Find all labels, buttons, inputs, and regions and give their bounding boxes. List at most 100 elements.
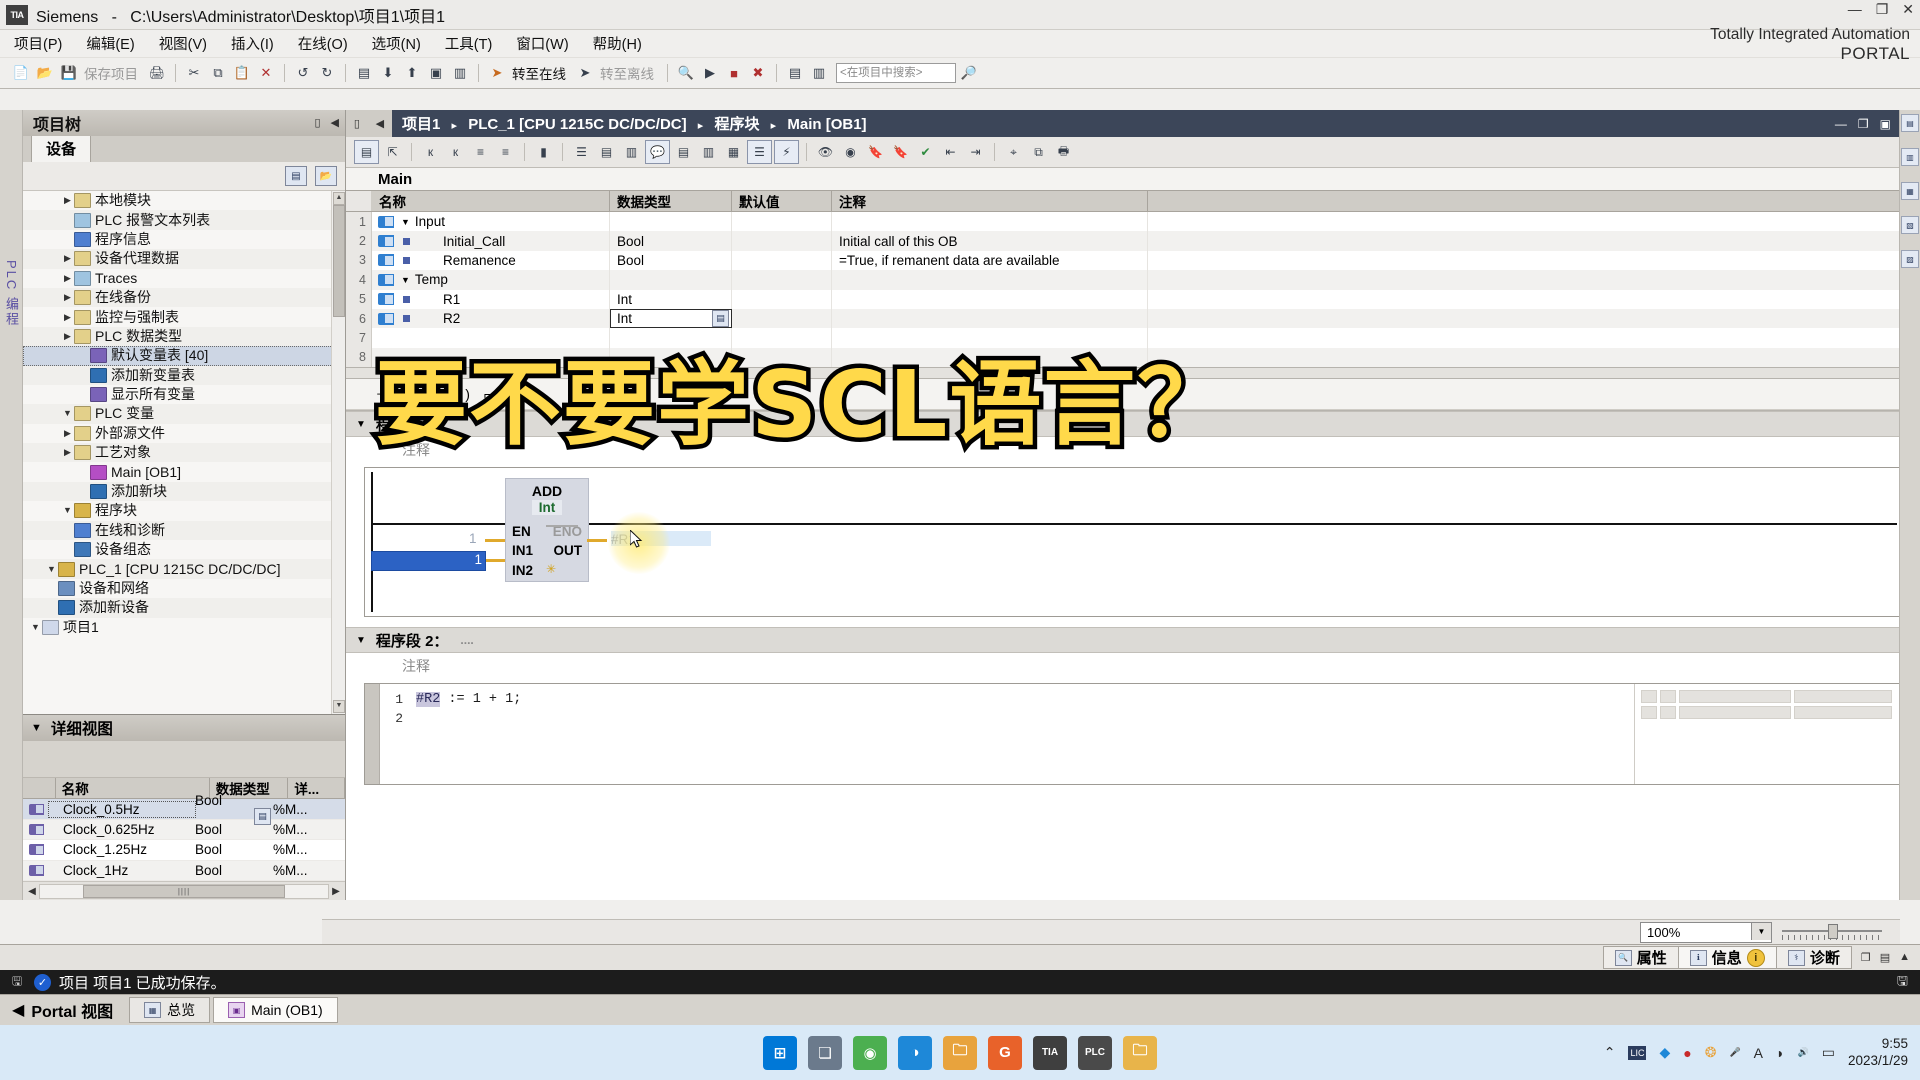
add-block-datatype[interactable]: Int bbox=[532, 500, 562, 516]
show-comments-icon[interactable]: ☰ bbox=[570, 141, 593, 163]
copy-icon[interactable]: ⧉ bbox=[207, 62, 229, 84]
tree-item-14[interactable]: 默认变量表 [40] bbox=[23, 346, 345, 366]
collapse-networks-icon[interactable]: ▤ bbox=[672, 141, 695, 163]
chevron-right-icon[interactable]: ▶ bbox=[61, 424, 74, 443]
stop-cpu-icon[interactable]: ■ bbox=[723, 62, 745, 84]
start-simulation-icon[interactable]: ▣ bbox=[425, 62, 447, 84]
pin-icon[interactable]: ▯ bbox=[314, 116, 320, 129]
print-preview-icon[interactable]: 🖶 bbox=[1052, 141, 1075, 163]
in1-value[interactable]: 1 bbox=[469, 531, 477, 546]
scroll-right-arrow[interactable]: ▶ bbox=[329, 886, 343, 897]
networks-pane[interactable]: ▼ 程序段 1： 注释 ADD Int EN ENO IN1 OUT IN2 ✳… bbox=[346, 410, 1920, 900]
collapse-panel-icon[interactable]: ◀ bbox=[331, 116, 339, 129]
menu-item-insert[interactable]: 插入(I) bbox=[231, 33, 274, 54]
microphone-icon[interactable]: 🎤 bbox=[1729, 1047, 1740, 1058]
redo-icon[interactable]: ↻ bbox=[316, 62, 338, 84]
volume-icon[interactable]: 🔊 bbox=[1797, 1047, 1808, 1058]
insert-network-icon[interactable]: к bbox=[419, 141, 442, 163]
menu-item-edit[interactable]: 编辑(E) bbox=[86, 33, 134, 54]
scroll-down-arrow[interactable]: ▼ bbox=[333, 700, 345, 714]
tree-item-19[interactable]: ▶ 设备代理数据 bbox=[23, 249, 345, 269]
interface-cell-comment[interactable] bbox=[832, 289, 1148, 309]
tree-item-22[interactable]: ▶ 本地模块 bbox=[23, 191, 345, 210]
tree-item-15[interactable]: ▶ PLC 数据类型 bbox=[23, 326, 345, 347]
interface-row[interactable]: 3 Remanence Bool =True, if remanent data ar… bbox=[346, 250, 1920, 271]
insert-row-icon[interactable]: ▤ bbox=[354, 140, 379, 164]
chevron-right-icon[interactable]: ▶ bbox=[61, 443, 74, 462]
tree-item-6[interactable]: ▼ 程序块 bbox=[23, 501, 345, 520]
chevron-down-icon[interactable]: ▼ bbox=[61, 501, 74, 520]
menu-item-online[interactable]: 在线(O) bbox=[298, 33, 348, 54]
interface-cell-type[interactable]: Int bbox=[610, 289, 732, 309]
details-row[interactable]: Clock_0.625Hz Bool %M... bbox=[23, 819, 345, 841]
download-icon[interactable]: ⬇ bbox=[377, 62, 399, 84]
status-save-icon[interactable]: 🖫 bbox=[1897, 972, 1908, 994]
interface-cell-default[interactable] bbox=[732, 212, 832, 232]
tree-item-13[interactable]: 添加新变量表 bbox=[23, 365, 345, 385]
sogou-pinyin-icon[interactable]: ❂ bbox=[1705, 1044, 1717, 1061]
maximize-button[interactable]: ❐ bbox=[1876, 2, 1889, 16]
chevron-down-icon[interactable]: ▼ bbox=[401, 217, 410, 227]
tab-info[interactable]: ℹ 信息 i bbox=[1677, 946, 1777, 969]
close-button[interactable]: ✕ bbox=[1902, 2, 1914, 16]
interface-row[interactable]: 4 ▼ Temp bbox=[346, 270, 1920, 290]
add-instruction-box[interactable]: ADD Int EN ENO IN1 OUT IN2 ✳ bbox=[505, 478, 589, 583]
messenger-icon[interactable]: ◆ bbox=[1659, 1044, 1670, 1061]
plc-programming-strip-label[interactable]: PLC 编程 bbox=[2, 260, 21, 327]
tree-item-7[interactable]: 添加新块 bbox=[23, 481, 345, 502]
in2-value-input[interactable]: 1 bbox=[371, 551, 486, 572]
paste-icon[interactable]: 📋 bbox=[231, 62, 253, 84]
previous-error-icon[interactable]: ⇤ bbox=[939, 141, 962, 163]
details-scroll-track[interactable]: |||| bbox=[39, 883, 329, 899]
update-inconsistent-icon[interactable]: ⚡ bbox=[774, 140, 799, 164]
edge-icon[interactable]: ◑ bbox=[898, 1035, 932, 1070]
interface-cell-type[interactable]: Bool bbox=[610, 250, 732, 271]
tree-item-16[interactable]: ▶ 监控与强制表 bbox=[23, 307, 345, 326]
delete-network-icon[interactable]: к bbox=[444, 141, 467, 163]
details-row[interactable]: Clock_1.25Hz Bool %M... bbox=[23, 840, 345, 861]
wifi-icon[interactable]: ◗ bbox=[1776, 1045, 1784, 1061]
tree-item-12[interactable]: 显示所有变量 bbox=[23, 385, 345, 404]
add-in2-expand-icon[interactable]: ✳ bbox=[546, 562, 556, 576]
interface-cell-comment[interactable]: Initial call of this OB bbox=[832, 231, 1148, 251]
tasks-icon[interactable]: ▥ bbox=[1901, 148, 1919, 166]
chevron-down-icon[interactable]: ▼ bbox=[61, 404, 74, 423]
code-token-variable[interactable]: #R2 bbox=[416, 692, 441, 708]
upload-icon[interactable]: ⬆ bbox=[401, 62, 423, 84]
network-2-comment[interactable]: 注释 bbox=[346, 653, 1920, 680]
portal-view-button[interactable]: ◀ Portal 视图 bbox=[0, 998, 129, 1022]
sogou-icon[interactable]: G bbox=[988, 1035, 1022, 1070]
diagnose-icon[interactable]: 🔍 bbox=[675, 62, 697, 84]
folder-icon[interactable]: 🗀 bbox=[1123, 1035, 1157, 1070]
scl-gutter[interactable] bbox=[365, 684, 380, 785]
export-icon[interactable]: ⇱ bbox=[381, 141, 404, 163]
tree-item-21[interactable]: PLC 报警文本列表 bbox=[23, 210, 345, 230]
split-vertical-icon[interactable]: ▥ bbox=[808, 62, 830, 84]
compile-icon[interactable]: ▤ bbox=[353, 62, 375, 84]
list-view-icon[interactable]: ▤ bbox=[285, 166, 307, 186]
chevron-right-icon[interactable]: ▶ bbox=[61, 269, 74, 288]
interface-cell-name[interactable]: Remanence bbox=[372, 250, 610, 271]
monitor-on-icon[interactable]: 👁 bbox=[814, 141, 837, 163]
interface-row[interactable]: 1 ▼ Input bbox=[346, 212, 1920, 232]
start-cpu-icon[interactable]: ▶ bbox=[699, 62, 721, 84]
menu-item-tools[interactable]: 工具(T) bbox=[445, 33, 493, 54]
taskbar-tab-main-ob1[interactable]: ▣ Main (OB1) bbox=[213, 997, 338, 1023]
tab-properties[interactable]: 🔍 属性 bbox=[1602, 946, 1679, 969]
interface-cell-default[interactable] bbox=[732, 270, 832, 290]
scroll-up-arrow[interactable]: ▲ bbox=[333, 192, 345, 205]
interface-row[interactable]: 2 Initial_Call Bool Initial call of this OB bbox=[346, 231, 1920, 251]
testing-icon[interactable]: ▤ bbox=[1901, 114, 1919, 132]
check-consistency-icon[interactable]: ✔ bbox=[914, 141, 937, 163]
collapse-all-icon[interactable]: ≡ bbox=[469, 141, 492, 163]
network-1-ladder[interactable]: ADD Int EN ENO IN1 OUT IN2 ✳ 1 1 bbox=[364, 467, 1902, 618]
tree-item-0[interactable]: ▼ 项目1 bbox=[23, 618, 345, 637]
chevron-down-icon[interactable]: ▼ bbox=[356, 419, 366, 430]
chevron-down-icon[interactable]: ▼ bbox=[356, 635, 366, 646]
interface-cell-comment[interactable] bbox=[832, 270, 1148, 290]
chevron-right-icon[interactable]: ▶ bbox=[61, 288, 74, 307]
zoom-slider-handle[interactable] bbox=[1828, 924, 1838, 939]
chevron-right-icon[interactable]: ▶ bbox=[61, 249, 74, 268]
breadcrumb-part-main[interactable]: Main [OB1] bbox=[787, 116, 866, 133]
tree-item-17[interactable]: ▶ 在线备份 bbox=[23, 287, 345, 308]
